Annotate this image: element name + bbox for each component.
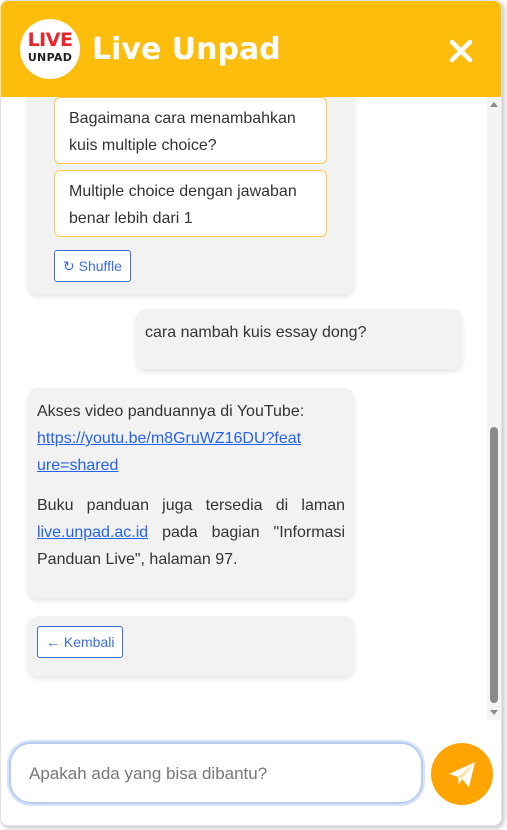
suggestion-label: Multiple choice dengan jawaban benar leb… [69, 183, 297, 227]
guide-before: Buku panduan juga tersedia di laman [37, 497, 345, 514]
user-message-text: cara nambah kuis essay dong? [145, 324, 367, 341]
suggestion-item[interactable]: Bagaimana cara menambahkan kuis multiple… [54, 97, 327, 164]
shuffle-button[interactable]: ↻ Shuffle [54, 250, 131, 282]
chat-header: LIVE UNPAD Live Unpad [1, 1, 501, 97]
back-button[interactable]: ← Kembali [37, 626, 124, 658]
message-input-wrapper [9, 742, 423, 804]
bot-video-text: Akses video panduannya di YouTube: https… [37, 398, 345, 479]
message-scrollbar[interactable] [487, 97, 501, 720]
logo-live-text: LIVE [27, 29, 73, 51]
guide-site-link[interactable]: live.unpad.ac.id [37, 524, 148, 541]
live-unpad-logo: LIVE UNPAD [20, 19, 80, 79]
close-icon [449, 39, 473, 63]
send-button[interactable] [431, 743, 493, 805]
suggestion-item[interactable]: Multiple choice dengan jawaban benar leb… [54, 170, 327, 237]
message-input[interactable] [29, 762, 409, 786]
video-intro: Akses video panduannya di YouTube: [37, 403, 305, 420]
suggestion-label: Bagaimana cara menambahkan kuis multiple… [69, 110, 296, 154]
user-message-bubble: cara nambah kuis essay dong? [136, 309, 462, 369]
scrollbar-thumb[interactable] [490, 427, 498, 703]
youtube-link[interactable]: https://youtu.be/m8GruWZ16DU?feature=sha… [37, 425, 307, 479]
close-button[interactable] [446, 36, 476, 66]
send-icon [449, 762, 475, 787]
message-list: Bagaimana cara menambahkan kuis multiple… [1, 97, 501, 720]
logo-unpad-text: UNPAD [27, 51, 73, 64]
chat-title: Live Unpad [92, 32, 281, 67]
scroll-up-icon[interactable] [490, 102, 498, 107]
chat-widget: LIVE UNPAD Live Unpad Bagaimana cara men… [0, 0, 502, 826]
bot-guide-text: Buku panduan juga tersedia di laman live… [37, 492, 345, 573]
scroll-down-icon[interactable] [490, 710, 498, 715]
